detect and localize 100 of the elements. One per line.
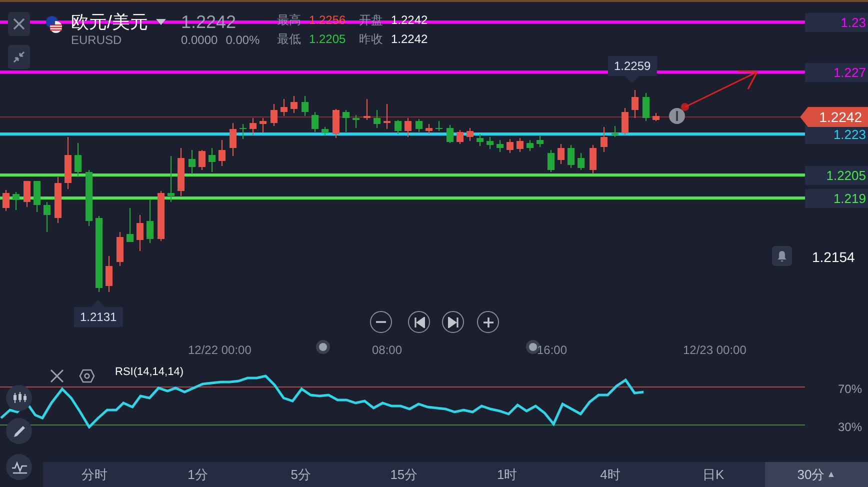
period-tab[interactable]: 1分 bbox=[146, 462, 250, 487]
indicator-button[interactable] bbox=[6, 454, 32, 480]
stat-value: 1.2242 bbox=[391, 32, 428, 47]
candle bbox=[250, 118, 256, 136]
candle bbox=[486, 136, 494, 150]
candle bbox=[590, 144, 596, 174]
candle bbox=[106, 256, 112, 292]
candle bbox=[476, 134, 484, 146]
candle bbox=[496, 140, 504, 152]
candle bbox=[404, 118, 412, 138]
candle bbox=[168, 156, 174, 202]
candle bbox=[34, 180, 40, 212]
price-level-label: 1.219 bbox=[805, 189, 868, 208]
candle bbox=[600, 126, 608, 152]
candle bbox=[374, 110, 380, 128]
period-tab[interactable]: 5分 bbox=[249, 462, 352, 487]
period-tab[interactable]: 15分 bbox=[352, 462, 456, 487]
change-value: 0.0000 bbox=[181, 32, 218, 48]
candle bbox=[446, 124, 454, 144]
candle bbox=[136, 214, 144, 252]
indicator-name: RSI(14,14,14) bbox=[115, 365, 184, 380]
candle bbox=[568, 144, 574, 168]
candle bbox=[352, 114, 360, 128]
alert-price: 1.2154 bbox=[812, 248, 855, 267]
candle bbox=[24, 180, 30, 208]
minus-icon bbox=[376, 321, 386, 323]
candle bbox=[54, 176, 62, 224]
candle bbox=[516, 138, 524, 152]
draw-tool-button[interactable] bbox=[6, 418, 32, 444]
candle bbox=[290, 96, 298, 114]
candle bbox=[302, 96, 308, 116]
candle bbox=[622, 108, 628, 136]
candle bbox=[322, 126, 328, 136]
caret-icon bbox=[156, 19, 166, 25]
period-tab[interactable]: 日K bbox=[662, 462, 765, 487]
candle bbox=[558, 144, 564, 164]
stat-value: 1.2205 bbox=[309, 32, 347, 47]
candle bbox=[12, 192, 20, 210]
time-axis-label: 12/23 00:00 bbox=[683, 342, 746, 359]
candle bbox=[240, 124, 246, 140]
wave-icon bbox=[10, 459, 28, 475]
stat-label: 开盘 bbox=[359, 13, 384, 28]
candle bbox=[536, 136, 544, 148]
price-level-label: 1.23 bbox=[805, 13, 868, 32]
chart-type-button[interactable] bbox=[6, 385, 32, 411]
price-level-label: 1.223 bbox=[805, 125, 868, 144]
price-level-label: 1.227 bbox=[805, 63, 868, 82]
skip-forward-icon bbox=[448, 316, 458, 328]
alert-button[interactable] bbox=[772, 246, 792, 266]
candle bbox=[280, 98, 288, 116]
candle bbox=[158, 190, 164, 242]
candlestick-icon bbox=[10, 390, 28, 406]
period-tab[interactable]: 4时 bbox=[558, 462, 662, 487]
time-axis-label: 16:00 bbox=[537, 342, 568, 359]
upper-bound-label: 70% bbox=[838, 381, 862, 398]
current-price-tag: 1.2242 bbox=[800, 107, 868, 127]
candle bbox=[64, 136, 72, 190]
collapse-icon bbox=[13, 51, 25, 63]
candle bbox=[2, 190, 10, 212]
candle bbox=[416, 118, 422, 132]
lower-bound-label: 30% bbox=[838, 419, 862, 436]
candle bbox=[230, 122, 236, 156]
candle bbox=[394, 120, 402, 134]
collapse-button[interactable] bbox=[8, 45, 30, 69]
zoom-in-button[interactable] bbox=[477, 311, 499, 333]
period-tab[interactable]: 1时 bbox=[456, 462, 559, 487]
candle bbox=[44, 202, 50, 232]
candle bbox=[126, 208, 134, 242]
close-button[interactable] bbox=[8, 12, 30, 36]
change-percent: 0.00% bbox=[226, 32, 260, 48]
price-level-label: 1.2205 bbox=[805, 166, 868, 185]
candle bbox=[188, 150, 196, 174]
time-axis-label: 08:00 bbox=[372, 342, 402, 359]
candle bbox=[270, 104, 278, 126]
candle bbox=[342, 110, 350, 132]
candle bbox=[642, 92, 650, 122]
candle bbox=[456, 130, 464, 144]
candle bbox=[116, 232, 124, 266]
price-callout: 1.2259 bbox=[608, 56, 657, 83]
skip-forward-button[interactable] bbox=[442, 311, 464, 333]
candle bbox=[384, 104, 390, 130]
stat-value: 1.2256 bbox=[309, 13, 347, 28]
time-axis-label: 12/22 00:00 bbox=[188, 342, 252, 359]
skip-back-icon bbox=[414, 316, 424, 328]
candle bbox=[632, 90, 638, 118]
candle bbox=[208, 148, 216, 172]
period-tab[interactable]: 30分▲ bbox=[764, 462, 868, 487]
candle bbox=[466, 128, 474, 142]
zoom-out-button[interactable] bbox=[370, 311, 392, 333]
close-icon bbox=[50, 368, 64, 383]
settings-icon bbox=[79, 368, 95, 384]
symbol-text: EURUSD bbox=[71, 32, 123, 48]
period-tab[interactable]: 分时 bbox=[43, 462, 146, 487]
candle bbox=[198, 150, 206, 170]
candle bbox=[652, 112, 660, 122]
skip-back-button[interactable] bbox=[408, 311, 430, 333]
flag-icon bbox=[45, 15, 63, 34]
candle bbox=[260, 118, 266, 134]
candle bbox=[364, 98, 370, 120]
candle bbox=[506, 138, 514, 154]
